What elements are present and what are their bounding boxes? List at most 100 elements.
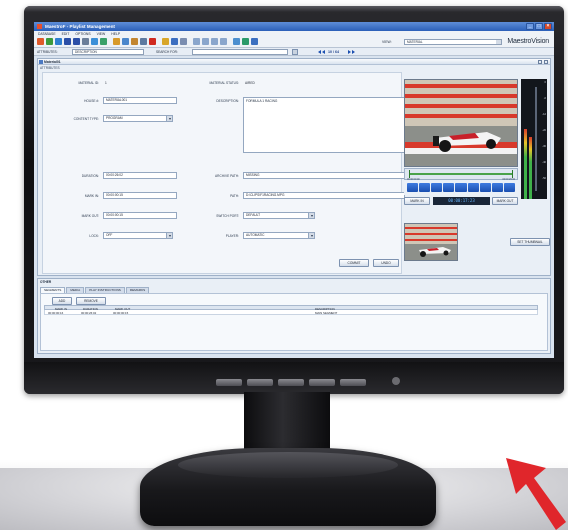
link-icon[interactable] — [233, 38, 240, 45]
schedule-icon[interactable] — [220, 38, 227, 45]
mark-out-field[interactable]: 00:00:00:15 — [103, 212, 177, 219]
duration-field[interactable]: 00:00:26:02 — [103, 172, 177, 179]
chevron-down-icon[interactable] — [166, 233, 172, 238]
view-select-value: Material — [407, 40, 423, 44]
chevron-down-icon[interactable] — [496, 40, 501, 44]
undo-button[interactable]: Undo — [373, 259, 399, 267]
menu-database[interactable]: Database — [38, 32, 56, 36]
save-all-icon[interactable] — [73, 38, 80, 45]
save-icon[interactable] — [64, 38, 71, 45]
chevron-down-icon[interactable] — [308, 213, 314, 218]
paste-icon[interactable] — [131, 38, 138, 45]
print-icon[interactable] — [82, 38, 89, 45]
meter-tick: -50 — [542, 177, 546, 180]
timeline-scrubber[interactable]: 00:00:00:00 00:00:26:02 — [404, 168, 518, 181]
previous-record-icon[interactable] — [318, 50, 321, 54]
stop-icon[interactable] — [467, 183, 479, 192]
step-back-icon[interactable] — [431, 183, 443, 192]
toolbar-separator — [229, 38, 231, 45]
table-row[interactable]: 00:00:00:16 00:00:26:02 00:00:00:15 Main… — [44, 310, 538, 315]
new-icon[interactable] — [37, 38, 44, 45]
rewind-icon[interactable] — [419, 183, 431, 192]
mark-row: Mark In 00:00:17:23 Mark Out — [404, 197, 518, 207]
description-field[interactable]: Formula 1 Racing — [243, 97, 405, 153]
monitor-button — [216, 379, 242, 386]
in-point-marker[interactable] — [409, 170, 410, 178]
path-label: Path: — [230, 194, 239, 198]
remove-segment-button[interactable]: Remove — [76, 297, 106, 305]
close-button[interactable]: × — [544, 23, 552, 30]
next-page-icon[interactable] — [348, 50, 351, 54]
search-icon[interactable] — [292, 49, 298, 55]
player-select[interactable]: Automatic — [243, 232, 315, 239]
calendar-icon[interactable] — [193, 38, 200, 45]
grid-icon[interactable] — [180, 38, 187, 45]
house-id-field[interactable]: Material001 — [103, 97, 177, 104]
open-icon[interactable] — [46, 38, 53, 45]
copy-icon[interactable] — [122, 38, 129, 45]
pin-icon[interactable] — [538, 60, 542, 64]
menu-edit[interactable]: Edit — [62, 32, 70, 36]
attributes-select-value: Description — [75, 50, 97, 54]
previous-page-icon[interactable] — [322, 50, 325, 54]
go-to-start-icon[interactable] — [407, 183, 419, 192]
refresh-icon[interactable] — [55, 38, 62, 45]
document-controls — [538, 60, 548, 64]
chevron-down-icon[interactable] — [308, 233, 314, 238]
duration-label: Duration: — [81, 174, 99, 178]
cut-icon[interactable] — [140, 38, 147, 45]
maximize-button[interactable]: □ — [535, 23, 543, 30]
switch-port-select[interactable]: Default — [243, 212, 315, 219]
content-type-select[interactable]: Program — [103, 115, 173, 122]
document-icon — [39, 60, 43, 64]
close-icon[interactable] — [544, 60, 548, 64]
house-id-value: Material001 — [106, 98, 128, 102]
delete-icon[interactable] — [149, 38, 156, 45]
set-thumbnail-button[interactable]: Set Thumbnail — [510, 238, 550, 246]
switch-port-label: Switch Port: — [216, 214, 239, 218]
list-icon[interactable] — [171, 38, 178, 45]
material-status-value: Aired — [245, 81, 255, 85]
view-select[interactable]: Material — [404, 39, 502, 45]
help-icon[interactable] — [251, 38, 258, 45]
calendar-month-icon[interactable] — [211, 38, 218, 45]
volume-slider[interactable] — [535, 87, 537, 191]
attributes-select[interactable]: Description — [72, 49, 144, 55]
video-preview[interactable] — [404, 79, 518, 167]
mark-out-label: Mark Out: — [81, 214, 99, 218]
play-icon[interactable] — [455, 183, 467, 192]
material-id-label: Material ID: — [78, 81, 99, 85]
menu-options[interactable]: Options — [75, 32, 90, 36]
chevron-down-icon[interactable] — [166, 116, 172, 121]
calendar-week-icon[interactable] — [202, 38, 209, 45]
commit-button[interactable]: Commit — [339, 259, 369, 267]
monitor-buttons — [216, 379, 366, 386]
house-id-label: House #: — [84, 99, 99, 103]
pause-icon[interactable] — [443, 183, 455, 192]
export-icon[interactable] — [91, 38, 98, 45]
description-value: Formula 1 Racing — [246, 99, 278, 103]
mark-in-field[interactable]: 00:00:00:15 — [103, 192, 177, 199]
edit-icon[interactable] — [113, 38, 120, 45]
path-field[interactable]: D:\Clips\F1Racing.mpg — [243, 192, 405, 199]
mark-in-button[interactable]: Mark In — [404, 197, 430, 205]
add-segment-button[interactable]: Add — [52, 297, 72, 305]
mark-out-button[interactable]: Mark Out — [492, 197, 518, 205]
search-input[interactable] — [192, 49, 288, 55]
out-point-marker[interactable] — [512, 170, 513, 178]
menu-view[interactable]: View — [97, 32, 106, 36]
table-cell: Main segment — [315, 310, 338, 315]
import-icon[interactable] — [100, 38, 107, 45]
archive-path-field[interactable]: Missing — [243, 172, 405, 179]
web-icon[interactable] — [242, 38, 249, 45]
properties-icon[interactable] — [162, 38, 169, 45]
lock-select[interactable]: Off — [103, 232, 173, 239]
go-to-end-icon[interactable] — [503, 183, 515, 192]
fast-forward-icon[interactable] — [491, 183, 503, 192]
app-icon — [37, 24, 42, 29]
toolbar-separator — [109, 38, 111, 45]
minimize-button[interactable]: _ — [526, 23, 534, 30]
step-forward-icon[interactable] — [479, 183, 491, 192]
menu-help[interactable]: Help — [111, 32, 120, 36]
next-record-icon[interactable] — [352, 50, 355, 54]
